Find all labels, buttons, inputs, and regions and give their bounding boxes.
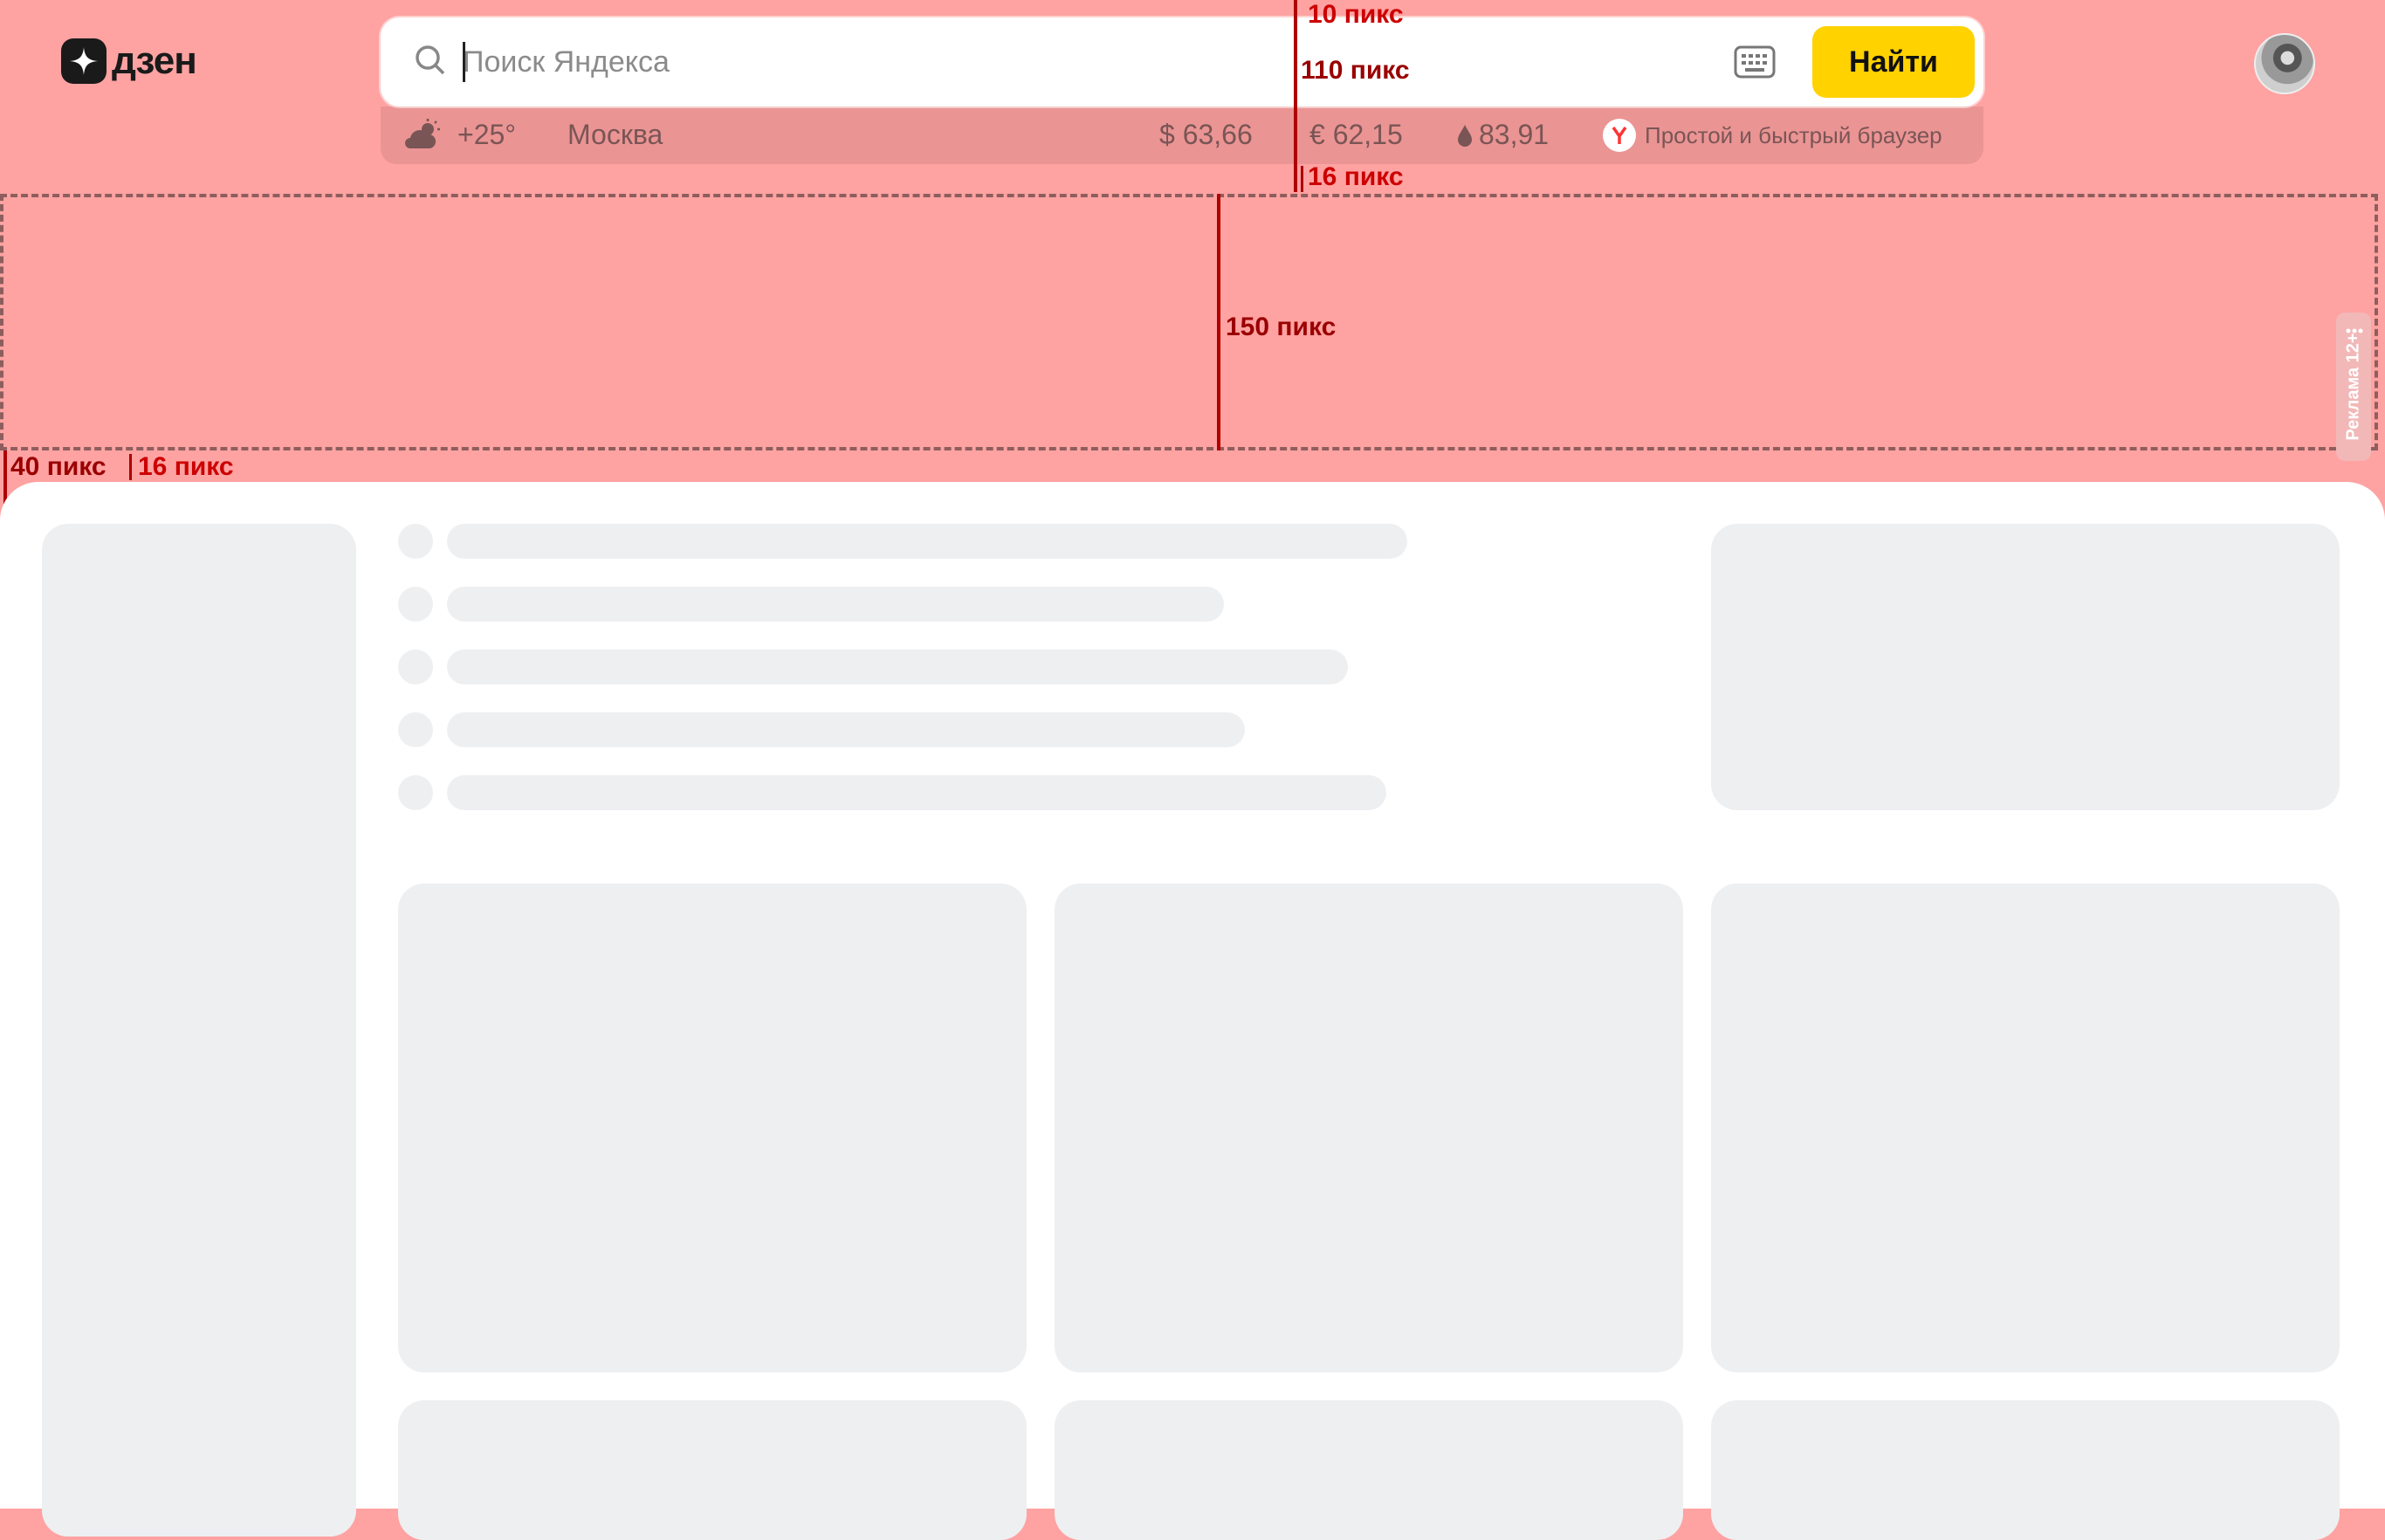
oil-drop-icon — [1456, 124, 1474, 151]
annotation-search-height: 110 пикс — [1301, 56, 1410, 85]
oil-price[interactable]: 83,91 — [1479, 119, 1549, 151]
logo-text: дзен — [112, 39, 197, 82]
list-item-skeleton-bar — [447, 775, 1386, 810]
measure-tick-gap — [1301, 166, 1303, 192]
user-avatar[interactable] — [2254, 33, 2315, 94]
card-skeleton — [398, 1400, 1027, 1540]
cloud-sun-icon — [403, 119, 442, 155]
browser-promo-link[interactable]: Простой и быстрый браузер — [1645, 122, 1942, 149]
magnifier-icon — [414, 44, 447, 81]
search-input[interactable] — [463, 40, 1641, 84]
card-skeleton — [1055, 883, 1683, 1372]
annotation-top-gap: 10 пикс — [1308, 0, 1404, 29]
ad-placeholder-zone — [0, 194, 2378, 450]
measure-line-search — [1294, 0, 1297, 192]
card-skeleton — [1055, 1400, 1683, 1540]
card-skeleton — [1711, 883, 2340, 1372]
ad-label-text: Реклама 12+ — [2343, 333, 2363, 441]
card-skeleton — [398, 883, 1027, 1372]
sidebar-skeleton — [42, 524, 356, 1537]
list-item-skeleton-bar — [447, 650, 1348, 684]
card-skeleton — [1711, 1400, 2340, 1540]
info-strip: +25° Москва $ 63,66 € 62,15 83,91 Просто… — [381, 107, 1983, 164]
list-item-skeleton-dot — [398, 712, 433, 747]
list-item-skeleton-dot — [398, 650, 433, 684]
zen-star-icon — [61, 38, 107, 84]
search-submit-button[interactable]: Найти — [1812, 26, 1975, 98]
ad-menu-icon[interactable] — [2346, 320, 2363, 340]
measure-line-inner — [129, 454, 132, 480]
list-item-skeleton-dot — [398, 587, 433, 622]
keyboard-icon[interactable] — [1734, 45, 1776, 83]
widget-skeleton — [1711, 524, 2340, 810]
annotation-ad-height: 150 пикс — [1226, 313, 1337, 341]
dzen-logo[interactable]: дзен — [61, 38, 197, 84]
temperature[interactable]: +25° — [457, 119, 516, 151]
text-caret — [463, 42, 465, 82]
measure-line-ad — [1217, 194, 1220, 450]
list-item-skeleton-dot — [398, 775, 433, 810]
annotation-inner-gap: 16 пикс — [138, 452, 234, 481]
list-item-skeleton-bar — [447, 524, 1407, 559]
list-item-skeleton-bar — [447, 712, 1245, 747]
annotation-left-margin: 40 пикс — [10, 452, 107, 481]
list-item-skeleton-dot — [398, 524, 433, 559]
usd-rate[interactable]: $ 63,66 — [1159, 119, 1253, 151]
annotation-bottom-gap: 16 пикс — [1308, 162, 1404, 191]
list-item-skeleton-bar — [447, 587, 1224, 622]
yandex-browser-icon[interactable] — [1603, 119, 1636, 152]
city[interactable]: Москва — [567, 119, 663, 151]
feed-content — [0, 482, 2385, 1540]
search-box[interactable]: Найти — [381, 17, 1983, 107]
eur-rate[interactable]: € 62,15 — [1309, 119, 1403, 151]
